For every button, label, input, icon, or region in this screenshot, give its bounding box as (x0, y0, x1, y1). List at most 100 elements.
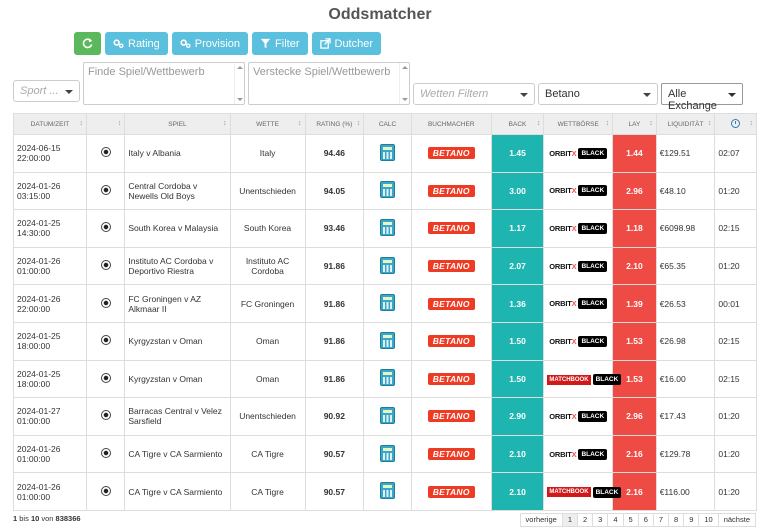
page-button[interactable]: 4 (607, 513, 624, 527)
page-button[interactable]: 10 (698, 513, 719, 527)
column-header-lay[interactable]: Lay ↕ (612, 113, 657, 135)
exchange-logo[interactable]: ORBITX BLACK (549, 147, 608, 159)
table-row[interactable]: 2024-06-15 22:00:00 Italy v Albania Italy… (13, 134, 757, 173)
table-row[interactable]: 2024-01-25 18:00:00 Kyrgyzstan v Oman Oma… (13, 359, 757, 399)
table-row[interactable]: 2024-01-25 14:30:00 South Korea v Malaysi… (13, 209, 757, 248)
cell-back[interactable]: 1.17 (490, 209, 545, 248)
calculator-icon[interactable] (379, 294, 395, 312)
betano-logo[interactable]: BETANO (427, 297, 475, 310)
exchange-logo[interactable]: ORBITX BLACK (549, 448, 608, 460)
sport-select[interactable]: Sport ... (13, 80, 80, 102)
page-button[interactable]: 5 (622, 513, 639, 527)
page-button[interactable]: 8 (668, 513, 685, 527)
cell-liquidity: €26.53 (655, 284, 716, 323)
cell-exchange: ORBITX BLACK (543, 284, 614, 323)
find-game-placeholder: Finde Spiel/Wettbewerb (88, 66, 205, 78)
soccer-ball-icon (100, 372, 111, 383)
cell-back[interactable]: 1.36 (490, 284, 545, 323)
betano-logo[interactable]: BETANO (427, 222, 475, 235)
exchange-logo[interactable]: ORBITX BLACK (549, 410, 608, 422)
betano-logo[interactable]: BETANO (427, 448, 475, 461)
table-row[interactable]: 2024-01-27 01:00:00 Barracas Central v Ve… (13, 397, 757, 436)
page-button[interactable]: 2 (577, 513, 594, 527)
betano-logo[interactable]: BETANO (427, 485, 475, 498)
table-row[interactable]: 2024-01-25 18:00:00 Kyrgyzstan v Oman Oma… (13, 321, 757, 361)
page-button[interactable]: 6 (637, 513, 654, 527)
calculator-icon[interactable] (379, 406, 395, 424)
betano-logo[interactable]: BETANO (427, 260, 475, 273)
cell-back[interactable]: 2.10 (490, 472, 545, 511)
refresh-button[interactable] (74, 32, 101, 55)
betano-logo[interactable]: BETANO (427, 372, 475, 385)
page-button[interactable]: 9 (683, 513, 700, 527)
cell-lay[interactable]: 1.44 (612, 134, 657, 173)
cell-back[interactable]: 2.10 (490, 434, 545, 474)
previous-page-button[interactable]: vorherige (519, 513, 563, 527)
cell-lay[interactable]: 1.53 (612, 321, 657, 361)
bets-filter-select[interactable]: Wetten Filtern (413, 83, 535, 105)
cell-back[interactable]: 1.50 (490, 359, 545, 399)
cell-lay[interactable]: 1.39 (612, 284, 657, 323)
page-button[interactable]: 3 (592, 513, 609, 527)
page-button[interactable]: 7 (652, 513, 670, 527)
exchange-logo[interactable]: ORBITX BLACK (549, 335, 608, 347)
dutcher-button[interactable]: Dutcher (311, 32, 382, 55)
cell-back[interactable]: 2.07 (490, 246, 545, 286)
page-button[interactable]: 1 (561, 513, 578, 527)
calculator-icon[interactable] (379, 482, 395, 500)
exchange-logo[interactable]: MATCHBOOK BLACK (547, 374, 622, 386)
column-header-rating[interactable]: Rating (%) ↕ (304, 113, 365, 135)
calculator-icon[interactable] (379, 369, 395, 387)
column-header-exchange[interactable]: Wettbörse ↕ (543, 113, 614, 135)
cell-back[interactable]: 1.45 (490, 134, 545, 173)
table-row[interactable]: 2024-01-26 22:00:00 FC Groningen v AZ Alk… (13, 284, 757, 323)
table-row[interactable]: 2024-01-26 01:00:00 CA Tigre v CA Sarmien… (13, 434, 757, 474)
cell-back[interactable]: 1.50 (490, 321, 545, 361)
bookmaker-select[interactable]: Betano (538, 83, 658, 105)
cell-lay[interactable]: 2.96 (612, 171, 657, 211)
next-page-button[interactable]: nächste (717, 513, 756, 527)
calculator-icon[interactable] (379, 218, 395, 236)
cell-lay[interactable]: 2.10 (612, 246, 657, 286)
betano-logo[interactable]: BETANO (427, 410, 475, 423)
cell-bet: Unentschieden (229, 397, 306, 436)
rating-button[interactable]: Rating (105, 32, 168, 55)
calculator-icon[interactable] (379, 143, 395, 161)
cell-lay[interactable]: 2.96 (612, 397, 657, 436)
exchange-logo[interactable]: ORBITX BLACK (549, 260, 608, 272)
column-header-bookmaker[interactable]: Buchmacher (410, 113, 492, 135)
filter-button[interactable]: Filter (252, 32, 308, 55)
cell-lay[interactable]: 1.18 (612, 209, 657, 248)
betano-logo[interactable]: BETANO (427, 184, 475, 197)
column-header-time[interactable]: ↕ (714, 113, 757, 135)
column-header-liquidity[interactable]: Liquidität ↕ (655, 113, 716, 135)
exchange-logo[interactable]: ORBITX BLACK (549, 222, 608, 234)
exchange-logo[interactable]: ORBITX BLACK (549, 298, 608, 310)
betano-logo[interactable]: BETANO (427, 335, 475, 348)
table-row[interactable]: 2024-01-26 01:00:00 CA Tigre v CA Sarmien… (13, 472, 757, 511)
exchange-logo[interactable]: MATCHBOOK BLACK (547, 486, 622, 498)
scrollbar[interactable] (399, 63, 409, 104)
cell-back[interactable]: 2.90 (490, 397, 545, 436)
calculator-icon[interactable] (379, 331, 395, 349)
column-header-back[interactable]: Back ↕ (490, 113, 545, 135)
calculator-icon[interactable] (379, 444, 395, 462)
exchange-select[interactable]: Alle Exchange (661, 83, 743, 112)
provision-button[interactable]: Provision (171, 32, 249, 55)
calculator-icon[interactable] (379, 256, 395, 274)
column-header-game[interactable]: Spiel ↕ (124, 113, 231, 135)
table-row[interactable]: 2024-01-26 01:00:00 Instituto AC Cordoba … (13, 246, 757, 286)
column-header-date[interactable]: Datum/Zeit ↕ (13, 113, 87, 135)
scrollbar[interactable] (234, 63, 244, 104)
cell-lay[interactable]: 2.16 (612, 434, 657, 474)
hide-game-input[interactable]: Verstecke Spiel/Wettbewerb (248, 62, 410, 105)
find-game-input[interactable]: Finde Spiel/Wettbewerb (83, 62, 245, 105)
calculator-icon[interactable] (379, 181, 395, 199)
betano-logo[interactable]: BETANO (427, 147, 475, 160)
column-header-sport[interactable]: ↕ (85, 113, 126, 135)
table-row[interactable]: 2024-01-26 03:15:00 Central Cordoba v New… (13, 171, 757, 211)
cell-liquidity: €65.35 (655, 246, 716, 286)
exchange-logo[interactable]: ORBITX BLACK (549, 185, 608, 197)
cell-back[interactable]: 3.00 (490, 171, 545, 211)
column-header-bet[interactable]: Wette ↕ (229, 113, 306, 135)
